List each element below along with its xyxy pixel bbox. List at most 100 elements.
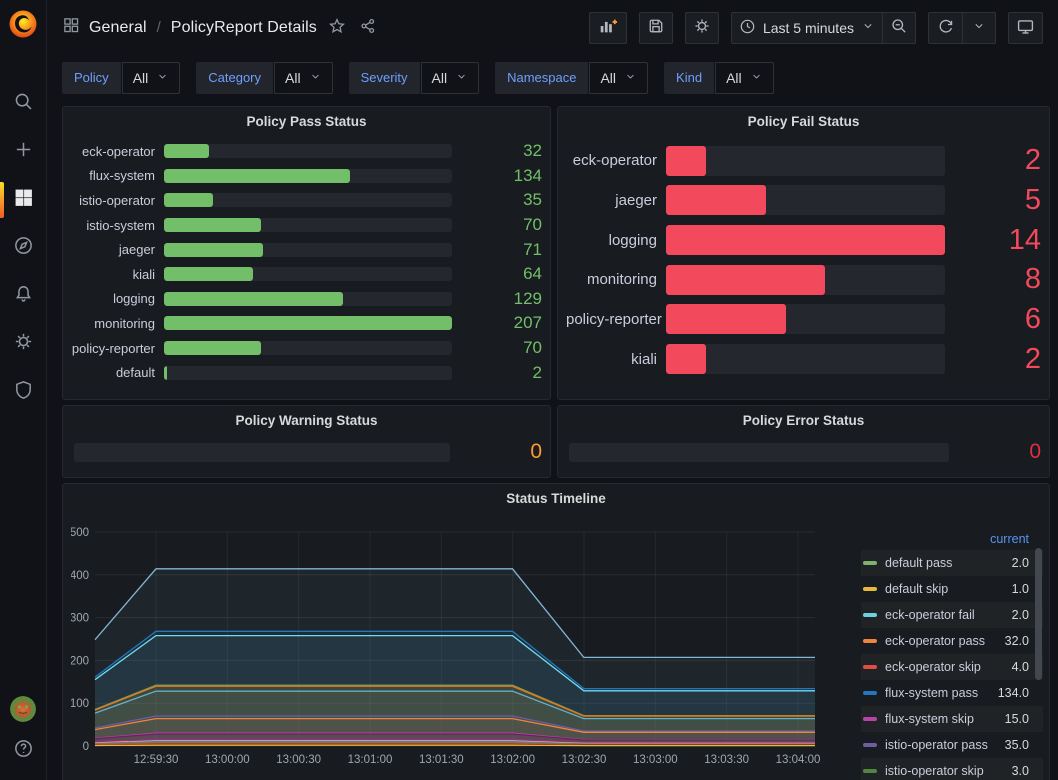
legend-item[interactable]: flux-system pass134.0	[861, 680, 1043, 706]
bar-gauge-value: 8	[945, 263, 1041, 296]
svg-text:13:01:30: 13:01:30	[419, 754, 464, 766]
bar-gauge-label: logging	[566, 232, 666, 249]
variable-value-dropdown[interactable]: All	[274, 62, 333, 94]
legend-item[interactable]: eck-operator pass32.0	[861, 628, 1043, 654]
sidebar-item-create[interactable]	[0, 128, 46, 176]
legend-series-name: default pass	[885, 556, 1012, 570]
dashboards-icon	[13, 187, 34, 213]
legend-item[interactable]: default pass2.0	[861, 550, 1043, 576]
sidebar-item-configuration[interactable]	[0, 320, 46, 368]
page-title: PolicyReport Details	[171, 19, 317, 37]
help-icon	[13, 738, 34, 764]
legend-series-value: 35.0	[1005, 738, 1029, 752]
star-dashboard-button[interactable]	[326, 15, 348, 40]
bar-gauge-row: eck-operator32	[71, 141, 542, 161]
dashboard-grid-icon	[62, 16, 80, 39]
panel-title[interactable]: Policy Fail Status	[558, 107, 1049, 135]
panel-status-timeline: Status Timeline 010020030040050012:59:30…	[62, 483, 1050, 780]
legend-item[interactable]: eck-operator fail2.0	[861, 602, 1043, 628]
help-button[interactable]	[0, 736, 46, 766]
legend-item[interactable]: default skip1.0	[861, 576, 1043, 602]
refresh-interval-dropdown[interactable]	[962, 12, 996, 44]
legend-item[interactable]: flux-system skip15.0	[861, 706, 1043, 732]
bar-gauge-track	[164, 193, 452, 207]
bar-gauge-label: jaeger	[71, 242, 164, 257]
legend-series-name: default skip	[885, 582, 1012, 596]
sidebar-item-server-admin[interactable]	[0, 368, 46, 416]
sidebar-item-explore[interactable]	[0, 224, 46, 272]
time-range-picker[interactable]: Last 5 minutes	[731, 12, 882, 44]
legend-series-name: flux-system pass	[885, 686, 998, 700]
bar-gauge-value: 0	[450, 440, 542, 464]
legend-scrollbar[interactable]	[1035, 548, 1042, 680]
svg-text:400: 400	[71, 570, 89, 582]
bar-gauge-label: jaeger	[566, 192, 666, 209]
legend-sort-header[interactable]: current	[861, 528, 1043, 550]
bar-gauge-row: eck-operator2	[566, 144, 1041, 177]
legend-item[interactable]: istio-operator pass35.0	[861, 732, 1043, 758]
bar-gauge-row: policy-reporter6	[566, 303, 1041, 336]
user-avatar[interactable]	[10, 696, 36, 722]
dashboard-settings-button[interactable]	[685, 12, 719, 44]
bar-gauge-row: logging14	[566, 224, 1041, 257]
grafana-logo[interactable]	[7, 8, 39, 40]
variable-label[interactable]: Kind	[664, 62, 714, 94]
add-panel-button[interactable]	[589, 12, 627, 44]
svg-text:13:04:00: 13:04:00	[776, 754, 821, 766]
legend-swatch	[863, 561, 877, 565]
variable-value-dropdown[interactable]: All	[589, 62, 648, 94]
panel-title[interactable]: Policy Pass Status	[63, 107, 550, 135]
refresh-button[interactable]	[928, 12, 962, 44]
variable-label[interactable]: Category	[196, 62, 273, 94]
bar-gauge-label: eck-operator	[566, 152, 666, 169]
legend-series-value: 2.0	[1012, 556, 1029, 570]
bar-gauge-track	[569, 443, 949, 462]
share-dashboard-button[interactable]	[357, 15, 379, 40]
timeline-svg[interactable]: 010020030040050012:59:3013:00:0013:00:30…	[71, 520, 833, 772]
time-range-label: Last 5 minutes	[763, 20, 854, 36]
search-icon	[13, 91, 34, 117]
variable-label[interactable]: Severity	[349, 62, 420, 94]
panel-title[interactable]: Policy Error Status	[558, 406, 1049, 434]
bar-gauge-value: 134	[452, 166, 542, 186]
bar-gauge-label: flux-system	[71, 168, 164, 183]
breadcrumb-separator: /	[156, 19, 162, 36]
kiosk-mode-button[interactable]	[1008, 12, 1043, 44]
save-dashboard-button[interactable]	[639, 12, 673, 44]
timeline-chart: 010020030040050012:59:3013:00:0013:00:30…	[71, 520, 833, 777]
bar-gauge-value: 32	[452, 141, 542, 161]
bar-gauge-row: istio-system70	[71, 215, 542, 235]
legend-swatch	[863, 743, 877, 747]
sidebar-item-dashboards[interactable]	[0, 176, 46, 224]
legend-item[interactable]: istio-operator skip3.0	[861, 758, 1043, 780]
legend-item[interactable]: eck-operator skip4.0	[861, 654, 1043, 680]
bar-gauge-value: 6	[945, 303, 1041, 336]
variable-value-dropdown[interactable]: All	[715, 62, 774, 94]
clock-icon	[739, 18, 756, 38]
variable-label[interactable]: Namespace	[495, 62, 588, 94]
refresh-icon	[937, 17, 955, 38]
variable-namespace: NamespaceAll	[495, 62, 648, 94]
panel-title[interactable]: Policy Warning Status	[63, 406, 550, 434]
sidebar-item-alerting[interactable]	[0, 272, 46, 320]
panel-policy-fail-status: Policy Fail Status eck-operator2jaeger5l…	[557, 106, 1050, 400]
bar-gauge-row: 0	[63, 434, 550, 464]
breadcrumb-section[interactable]: General	[89, 19, 147, 37]
bar-gauge-label: default	[71, 365, 164, 380]
bar-gauge-value: 70	[452, 215, 542, 235]
toolbar: Last 5 minutes	[589, 12, 1043, 44]
panel-title[interactable]: Status Timeline	[63, 484, 1049, 512]
variable-value-dropdown[interactable]: All	[122, 62, 181, 94]
legend-swatch	[863, 769, 877, 773]
grafana-app: General / PolicyReport Details	[0, 0, 1058, 780]
legend-series-value: 15.0	[1005, 712, 1029, 726]
bar-gauge-label: kiali	[566, 351, 666, 368]
variable-label[interactable]: Policy	[62, 62, 121, 94]
bar-gauge-row: monitoring8	[566, 263, 1041, 296]
breadcrumb: General / PolicyReport Details	[62, 15, 379, 40]
svg-text:500: 500	[71, 527, 89, 539]
variable-value-dropdown[interactable]: All	[421, 62, 480, 94]
refresh-controls	[928, 12, 996, 44]
zoom-out-button[interactable]	[882, 12, 916, 44]
sidebar-item-search[interactable]	[0, 80, 46, 128]
